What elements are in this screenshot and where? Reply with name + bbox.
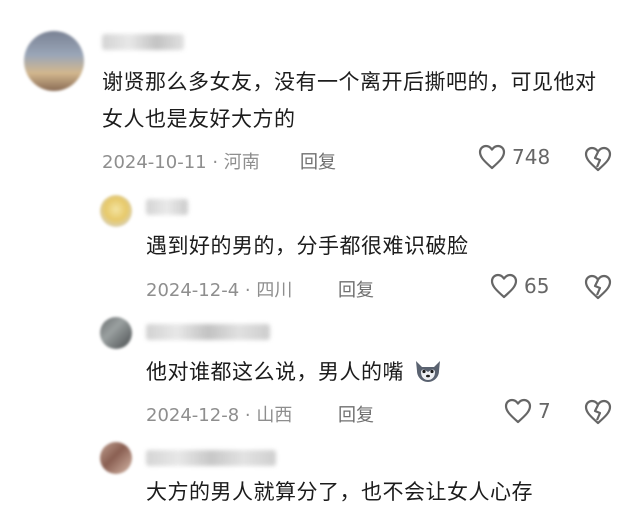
avatar[interactable] (100, 442, 132, 474)
dislike-button[interactable] (584, 399, 612, 425)
heart-icon (504, 398, 532, 424)
like-button[interactable]: 7 (504, 398, 551, 424)
comment-meta: 2024-10-11 · 河南 (102, 152, 260, 173)
comment-text-wrapper: 他对谁都这么说，男人的嘴 (146, 354, 606, 391)
comment-meta: 2024-12-4 · 四川 (146, 280, 293, 301)
like-count: 7 (538, 399, 551, 423)
reply-item: 遇到好的男的，分手都很难识破脸 2024-12-4 · 四川 回复 65 (0, 185, 640, 305)
username-blurred[interactable] (146, 324, 270, 340)
reply-item: 大方的男人就算分了，也不会让女人心存 (0, 430, 640, 531)
reply-button[interactable]: 回复 (300, 148, 336, 174)
comment-text: 谢贤那么多女友，没有一个离开后撕吧的，可见他对女人也是友好大方的 (102, 70, 597, 131)
comment-text: 遇到好的男的，分手都很难识破脸 (146, 234, 469, 258)
reply-item: 他对谁都这么说，男人的嘴 2024-12-8 · 山西 回复 7 (0, 305, 640, 430)
avatar[interactable] (24, 31, 84, 91)
dislike-button[interactable] (584, 146, 612, 172)
broken-heart-icon (584, 399, 612, 425)
heart-icon (490, 273, 518, 299)
comment-text: 他对谁都这么说，男人的嘴 (146, 360, 404, 384)
username-blurred[interactable] (146, 450, 276, 466)
reply-button[interactable]: 回复 (338, 401, 374, 427)
avatar[interactable] (100, 317, 132, 349)
heart-icon (478, 144, 506, 170)
reply-button[interactable]: 回复 (338, 276, 374, 302)
avatar[interactable] (100, 195, 132, 227)
comment-text: 大方的男人就算分了，也不会让女人心存 (146, 480, 533, 504)
username-blurred[interactable] (146, 199, 188, 215)
comment-item: 谢贤那么多女友，没有一个离开后撕吧的，可见他对女人也是友好大方的 2024-10… (0, 0, 640, 185)
like-count: 748 (512, 145, 551, 169)
like-button[interactable]: 748 (478, 144, 550, 170)
like-button[interactable]: 65 (490, 273, 549, 299)
dislike-button[interactable] (584, 274, 612, 300)
like-count: 65 (524, 274, 550, 298)
broken-heart-icon (584, 274, 612, 300)
broken-heart-icon (584, 146, 612, 172)
username-blurred[interactable] (102, 34, 184, 50)
wolf-emoji-icon (413, 358, 443, 384)
comment-meta: 2024-12-8 · 山西 (146, 405, 293, 426)
